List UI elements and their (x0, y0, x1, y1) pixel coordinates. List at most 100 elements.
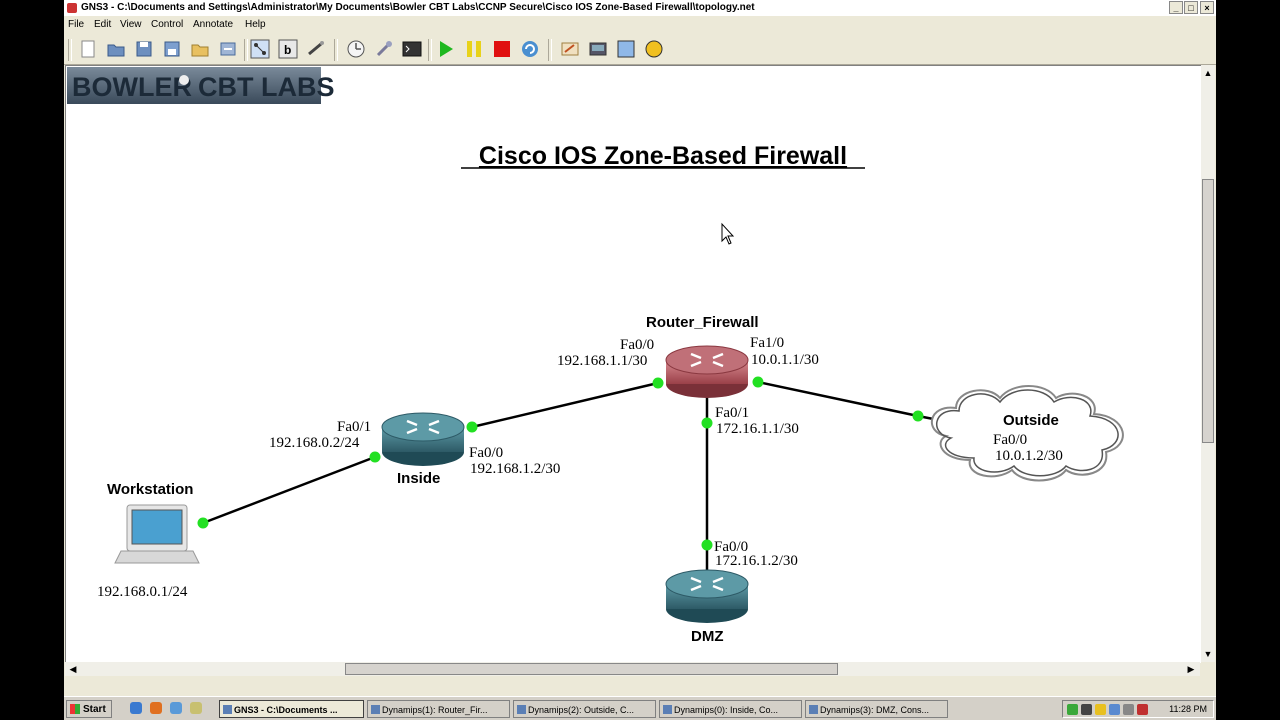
notepad-quicklaunch-icon[interactable] (190, 702, 202, 714)
open-project-icon[interactable] (190, 39, 210, 59)
menu-edit[interactable]: Edit (94, 19, 111, 30)
explorer-quicklaunch-icon[interactable] (170, 702, 182, 714)
scroll-left-icon[interactable]: ◀ (67, 663, 79, 675)
network-tray-icon[interactable] (1067, 704, 1078, 715)
diagram-title: Cisco IOS Zone-Based Firewall (479, 142, 847, 170)
console-task-icon (663, 705, 672, 714)
reload-icon[interactable] (520, 39, 540, 59)
rf-fa00-name: Fa0/0 (620, 337, 654, 353)
inside-router-node[interactable] (381, 412, 465, 466)
console-task-icon (517, 705, 526, 714)
open-icon[interactable] (106, 39, 126, 59)
link-router-firewall-outside[interactable] (757, 380, 919, 418)
inside-label: Inside (397, 470, 440, 487)
workstation-label: Workstation (107, 481, 193, 498)
gns3-app-icon (67, 3, 77, 13)
rf-fa01-name: Fa0/1 (715, 405, 749, 421)
rf-fa10-name: Fa1/0 (750, 335, 784, 351)
idle-pc-icon[interactable] (346, 39, 366, 59)
draw-ellipse-icon[interactable] (644, 39, 664, 59)
task-label: Dynamips(0): Inside, Co... (674, 705, 779, 715)
scroll-up-icon[interactable]: ▲ (1202, 67, 1214, 79)
taskbar-dynamips-router-firewall[interactable]: Dynamips(1): Router_Fir... (367, 700, 510, 718)
rf-fa01-ip: 172.16.1.1/30 (716, 421, 799, 437)
dmz-router-node[interactable] (665, 569, 749, 623)
toolbar-separator (428, 39, 432, 61)
maximize-button[interactable]: □ (1184, 1, 1198, 14)
task-label: GNS3 - C:\Documents ... (234, 705, 338, 715)
task-label: Dynamips(2): Outside, C... (528, 705, 635, 715)
taskbar-gns3[interactable]: GNS3 - C:\Documents ... (219, 700, 364, 718)
add-link-icon[interactable] (306, 39, 326, 59)
console-task-icon (809, 705, 818, 714)
scroll-down-icon[interactable]: ▼ (1202, 648, 1214, 660)
topology-canvas[interactable]: BOWLER CBT LABS Cisco IOS Zone-Based Fir… (65, 65, 1201, 663)
menu-help[interactable]: Help (245, 19, 266, 30)
windows-taskbar: Start GNS3 - C:\Documents ... Dynamips(1… (64, 696, 1216, 720)
show-hostnames-icon[interactable]: b (278, 39, 298, 59)
vertical-scroll-thumb[interactable] (1202, 179, 1214, 443)
scroll-right-icon[interactable]: ▶ (1185, 663, 1197, 675)
menu-annotate[interactable]: Annotate (193, 19, 233, 30)
rf-fa10-ip: 10.0.1.1/30 (751, 352, 819, 368)
taskbar-dynamips-dmz[interactable]: Dynamips(3): DMZ, Cons... (805, 700, 948, 718)
inside-fa01-name: Fa0/1 (337, 419, 371, 435)
system-tray: 11:28 PM (1062, 700, 1214, 718)
menu-control[interactable]: Control (151, 19, 183, 30)
ie-quicklaunch-icon[interactable] (130, 702, 142, 714)
draw-rectangle-icon[interactable] (616, 39, 636, 59)
suspend-icon[interactable] (464, 39, 484, 59)
stop-icon[interactable] (492, 39, 512, 59)
menu-view[interactable]: View (120, 19, 142, 30)
toolbar-separator (548, 39, 552, 61)
volume-tray-icon[interactable] (1123, 704, 1134, 715)
toolbar-separator (334, 39, 338, 61)
connection-tray-icon[interactable] (1109, 704, 1120, 715)
inside-fa00-ip: 192.168.1.2/30 (470, 461, 560, 477)
dmz-fa00-ip: 172.16.1.2/30 (715, 553, 798, 569)
shield-tray-icon[interactable] (1095, 704, 1106, 715)
security-tray-icon[interactable] (1137, 704, 1148, 715)
save-icon[interactable] (134, 39, 154, 59)
rf-fa00-ip: 192.168.1.1/30 (557, 353, 647, 369)
gns3-window: GNS3 - C:\Documents and Settings\Adminis… (64, 0, 1216, 720)
task-label: Dynamips(3): DMZ, Cons... (820, 705, 930, 715)
outside-fa00-name: Fa0/0 (993, 432, 1027, 448)
outside-cloud-node[interactable] (930, 385, 1124, 482)
annotate-icon[interactable] (560, 39, 580, 59)
windows-flag-icon (70, 704, 80, 714)
console-icon[interactable] (402, 39, 422, 59)
start-icon[interactable] (436, 39, 456, 59)
horizontal-scrollbar[interactable]: ◀ ▶ (65, 662, 1200, 676)
minimize-button[interactable]: _ (1169, 1, 1183, 14)
taskbar-dynamips-outside[interactable]: Dynamips(2): Outside, C... (513, 700, 656, 718)
screenshot-icon[interactable] (588, 39, 608, 59)
menu-file[interactable]: File (68, 19, 84, 30)
link-inside-router-firewall[interactable] (471, 381, 659, 429)
window-title: GNS3 - C:\Documents and Settings\Adminis… (81, 2, 755, 13)
firefox-quicklaunch-icon[interactable] (150, 702, 162, 714)
new-icon[interactable] (78, 39, 98, 59)
show-interface-labels-icon[interactable] (250, 39, 270, 59)
taskbar-dynamips-inside[interactable]: Dynamips(0): Inside, Co... (659, 700, 802, 718)
export-icon[interactable] (218, 39, 238, 59)
link-workstation-inside[interactable] (202, 455, 376, 525)
horizontal-scroll-thumb[interactable] (345, 663, 838, 675)
start-label: Start (83, 704, 106, 715)
console-task-icon (371, 705, 380, 714)
workstation-ip: 192.168.0.1/24 (97, 584, 188, 600)
router-firewall-label: Router_Firewall (646, 314, 759, 331)
configure-icon[interactable] (374, 39, 394, 59)
router-firewall-node[interactable] (665, 345, 749, 398)
inside-fa00-name: Fa0/0 (469, 445, 503, 461)
monitor-tray-icon[interactable] (1081, 704, 1092, 715)
outside-label: Outside (1003, 412, 1059, 429)
close-button[interactable]: × (1200, 1, 1214, 14)
link-status-dots (197, 376, 924, 551)
workstation-laptop-node[interactable] (114, 504, 200, 564)
save-as-icon[interactable] (162, 39, 182, 59)
start-button[interactable]: Start (66, 700, 112, 718)
vertical-scrollbar[interactable]: ▲ ▼ (1201, 65, 1215, 662)
menu-bar: File Edit View Control Annotate Help (64, 16, 1216, 34)
gns3-task-icon (223, 705, 232, 714)
